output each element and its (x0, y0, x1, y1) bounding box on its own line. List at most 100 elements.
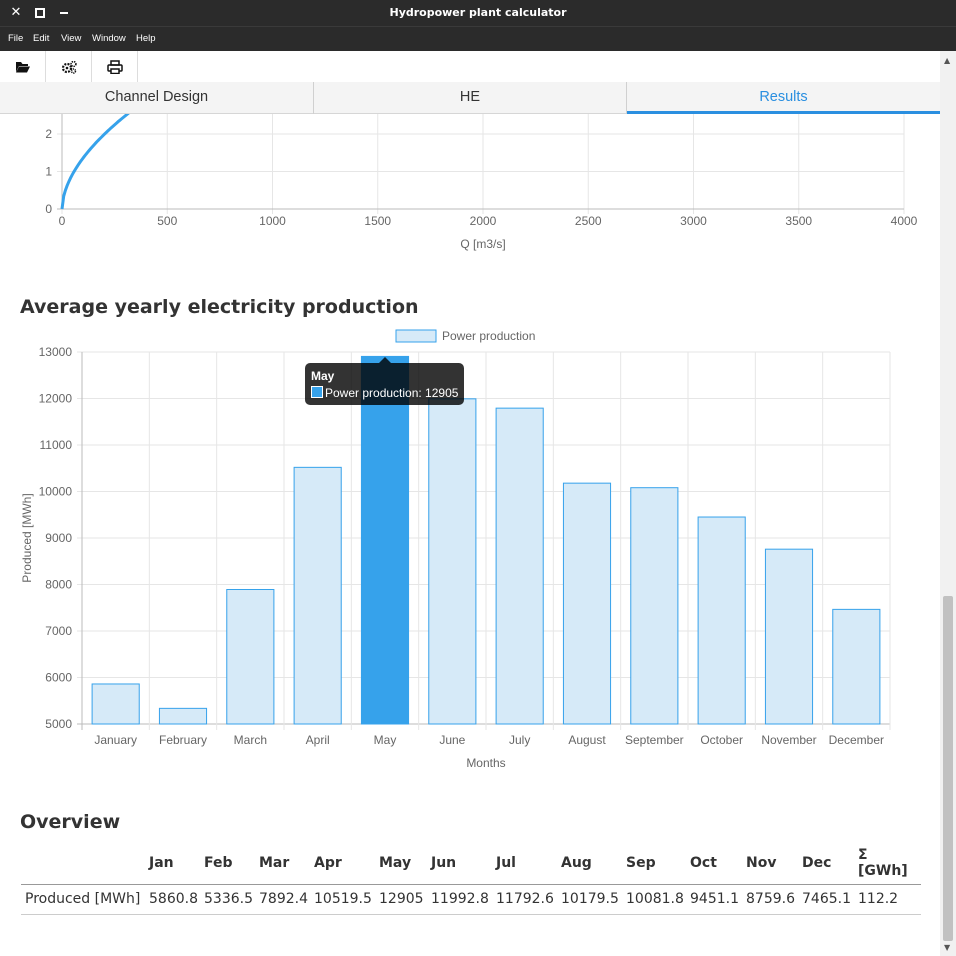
table-cell: 11992.8 (427, 884, 492, 915)
tab-channel-design[interactable]: Channel Design (0, 82, 314, 114)
print-button[interactable] (92, 51, 138, 82)
x-tick-label: 2000 (470, 214, 497, 228)
discharge-chart: 0 500 1000 1500 2000 2500 3000 3500 4000 0 1 2 Q [m3… (45, 114, 918, 251)
y-tick-label: 8000 (45, 578, 72, 592)
y-tick-label: 12000 (39, 392, 73, 406)
x-tick-label: 1000 (259, 214, 286, 228)
tooltip-title: May (311, 369, 335, 383)
bar-march (226, 589, 275, 725)
legend-swatch (395, 329, 437, 343)
menu-edit[interactable]: Edit (33, 33, 49, 44)
table-cell: 11792.6 (492, 884, 557, 915)
x-tick-label: 4000 (891, 214, 918, 228)
folder-open-icon (15, 61, 30, 72)
x-tick-label: 3000 (680, 214, 707, 228)
header-cell: Jul (492, 842, 557, 885)
y-tick-label: 7000 (45, 624, 72, 638)
tab-results[interactable]: Results (627, 82, 940, 114)
menu-view[interactable]: View (61, 33, 81, 44)
tab-he[interactable]: HE (314, 82, 627, 114)
menu-bar: File Edit View Window Help (0, 26, 956, 51)
x-tick-label: December (829, 733, 884, 747)
x-tick-label: April (306, 733, 330, 747)
y-tick-label: 5000 (45, 717, 72, 731)
table-cell: 112.2 (854, 884, 921, 915)
menu-help[interactable]: Help (136, 33, 156, 44)
y-tick-label: 1 (45, 165, 52, 179)
table-cell: 7892.4 (255, 884, 310, 915)
header-cell: Jun (427, 842, 492, 885)
open-button[interactable] (0, 51, 46, 82)
x-tick-label: March (234, 733, 267, 747)
print-icon (106, 59, 123, 74)
bar-april (293, 466, 342, 725)
table-cell: 8759.6 (742, 884, 798, 915)
y-tick-label: 2 (45, 127, 52, 141)
x-tick-label: 3500 (785, 214, 812, 228)
x-tick-label: August (568, 733, 606, 747)
bar-december (832, 608, 881, 725)
header-cell (21, 842, 145, 885)
toolbar (0, 51, 956, 82)
y-tick-label: 0 (45, 202, 52, 216)
table-cell: Produced [MWh] (21, 884, 145, 915)
bar-november (764, 548, 814, 725)
settings-gears-icon (61, 60, 77, 74)
bar-may (360, 355, 410, 725)
x-tick-label: May (374, 733, 397, 747)
x-tick-label: July (509, 733, 530, 747)
menu-file[interactable]: File (8, 33, 23, 44)
production-section-title: Average yearly electricity production (20, 296, 419, 318)
overview-header-row: Jan Feb Mar Apr May Jun Jul Aug Sep Oct … (21, 842, 921, 885)
x-tick-label: September (625, 733, 684, 747)
table-cell: 12905 (375, 884, 427, 915)
table-cell: 10519.5 (310, 884, 375, 915)
y-tick-label: 13000 (39, 345, 73, 359)
x-tick-label: January (94, 733, 137, 747)
window-title: Hydropower plant calculator (389, 6, 567, 19)
x-tick-label: 1500 (364, 214, 391, 228)
y-tick-label: 11000 (40, 438, 73, 452)
header-cell: Feb (200, 842, 255, 885)
table-row: Produced [MWh] 5860.8 5336.5 7892.4 1051… (21, 884, 921, 915)
bar-october (697, 516, 746, 725)
x-axis-label: Months (466, 756, 505, 770)
table-cell: 5336.5 (200, 884, 255, 915)
legend-label: Power production (442, 329, 535, 343)
tooltip-text: Power production: 12905 (325, 386, 459, 400)
bar-july (495, 407, 544, 725)
header-cell: Aug (557, 842, 622, 885)
settings-button[interactable] (46, 51, 92, 82)
bar-february (158, 707, 208, 725)
menu-window[interactable]: Window (92, 33, 126, 44)
table-cell: 5860.8 (145, 884, 200, 915)
scroll-up-arrow-icon[interactable]: ▲ (944, 56, 950, 65)
y-tick-label: 6000 (45, 671, 72, 685)
header-cell: Dec (798, 842, 854, 885)
header-cell: Nov (742, 842, 798, 885)
scroll-down-arrow-icon[interactable]: ▼ (944, 943, 950, 952)
tab-bar: Channel Design HE Results (0, 82, 940, 114)
bar-september (630, 487, 679, 725)
table-cell: 10179.5 (557, 884, 622, 915)
x-tick-label: 2500 (575, 214, 602, 228)
discharge-curve (60, 114, 130, 210)
tooltip-swatch (311, 386, 323, 398)
header-cell: Sep (622, 842, 686, 885)
header-cell: May (375, 842, 427, 885)
bar-june (428, 398, 477, 725)
overview-title: Overview (20, 811, 121, 833)
header-cell: Oct (686, 842, 742, 885)
overview-table: Jan Feb Mar Apr May Jun Jul Aug Sep Oct … (21, 842, 921, 915)
header-cell: Σ [GWh] (854, 842, 921, 885)
header-cell: Jan (145, 842, 200, 885)
header-cell: Mar (255, 842, 310, 885)
y-tick-label: 10000 (39, 485, 73, 499)
table-cell: 7465.1 (798, 884, 854, 915)
x-tick-label: November (761, 733, 816, 747)
scrollbar-thumb[interactable] (943, 596, 953, 941)
table-cell: 10081.8 (622, 884, 686, 915)
chart-tooltip: May Power production: 12905 (305, 363, 464, 405)
window-titlebar: ✕ Hydropower plant calculator (0, 0, 956, 26)
y-axis-label: Produced [MWh] (20, 493, 34, 582)
